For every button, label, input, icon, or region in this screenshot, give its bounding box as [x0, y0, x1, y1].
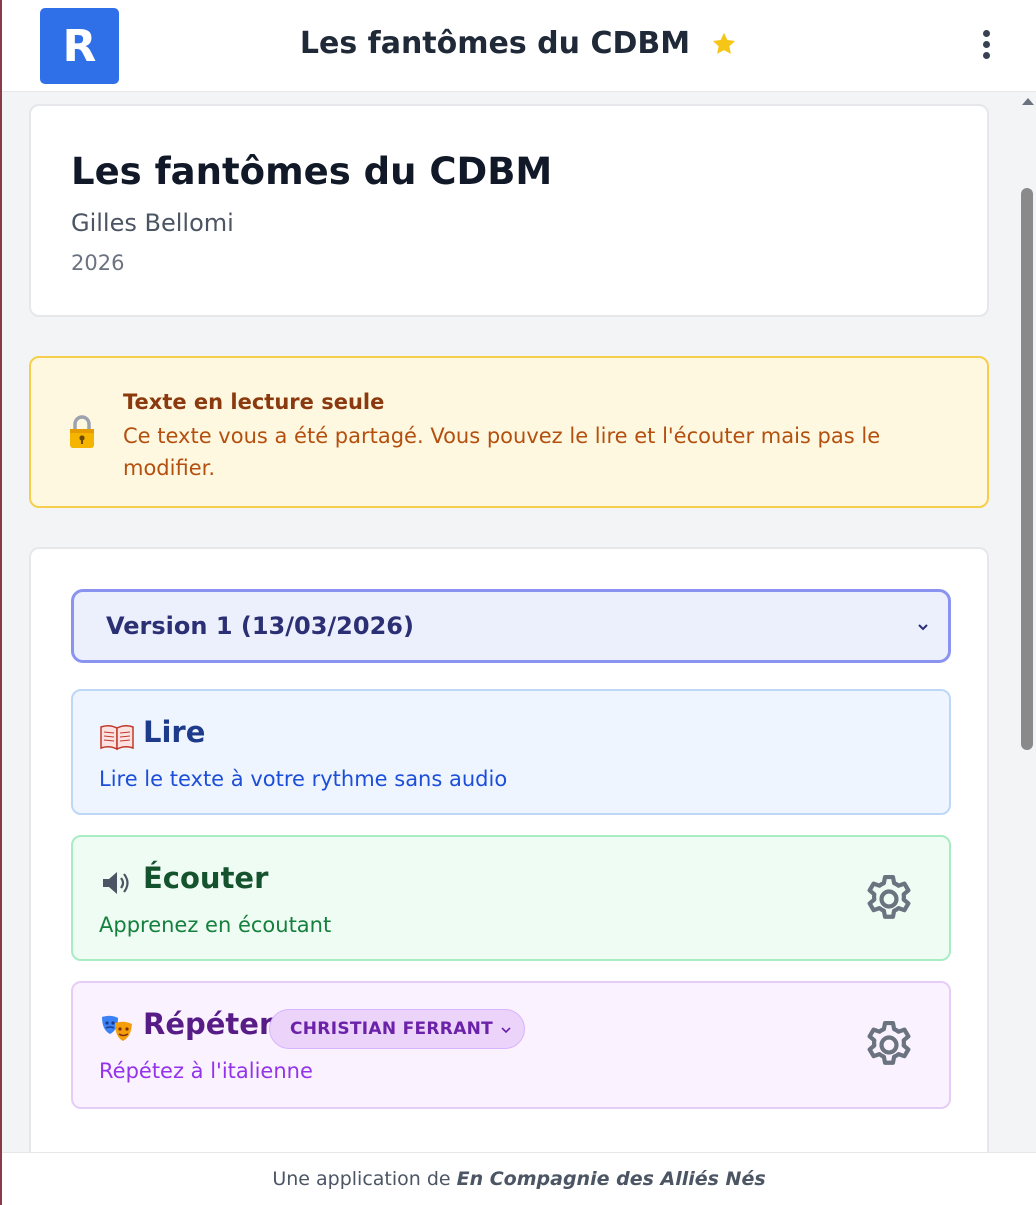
- star-icon[interactable]: [710, 30, 738, 58]
- read-only-notice: Texte en lecture seule Ce texte vous a é…: [29, 356, 989, 508]
- footer-brand[interactable]: En Compagnie des Alliés Nés: [457, 1168, 766, 1190]
- scroll-up-arrow-icon[interactable]: [1022, 98, 1034, 105]
- mode-read-title: Lire: [143, 715, 206, 749]
- version-selected-label: Version 1 (13/03/2026): [106, 612, 414, 640]
- role-selected-label: CHRISTIAN FERRANT: [290, 1019, 494, 1039]
- lock-icon: [70, 415, 94, 448]
- book-year: 2026: [71, 251, 125, 275]
- footer-prefix: Une application de: [272, 1168, 451, 1190]
- scrollbar-thumb[interactable]: [1021, 188, 1033, 750]
- mode-read-description: Lire le texte à votre rythme sans audio: [99, 767, 508, 791]
- theater-masks-icon: [102, 1015, 132, 1041]
- mode-read-button[interactable]: Lire Lire le texte à votre rythme sans a…: [71, 689, 951, 815]
- mode-repeat-button[interactable]: Répéter CHRISTIAN FERRANT Répétez à l'it…: [71, 981, 951, 1109]
- speaker-icon: [103, 872, 129, 894]
- role-select[interactable]: CHRISTIAN FERRANT: [269, 1009, 525, 1049]
- app-header: R Les fantômes du CDBM: [2, 0, 1036, 92]
- gear-icon[interactable]: [861, 871, 917, 927]
- mode-repeat-description: Répétez à l'italienne: [99, 1059, 313, 1083]
- header-title: Les fantômes du CDBM: [299, 26, 691, 61]
- mode-repeat-title: Répéter: [143, 1007, 274, 1041]
- app-footer: Une application de En Compagnie des Alli…: [2, 1152, 1036, 1205]
- book-author: Gilles Bellomi: [71, 209, 234, 237]
- chevron-down-icon: [918, 624, 928, 631]
- book-icon: [100, 724, 134, 751]
- main-content: Les fantômes du CDBM Gilles Bellomi 2026…: [2, 92, 1018, 1152]
- gear-icon[interactable]: [861, 1017, 917, 1073]
- version-select[interactable]: Version 1 (13/03/2026): [71, 589, 951, 663]
- more-vertical-icon[interactable]: [980, 30, 992, 64]
- header-title-group: Les fantômes du CDBM: [2, 26, 1036, 61]
- modes-card: Version 1 (13/03/2026) Lire Lire le text…: [29, 547, 989, 1152]
- notice-title: Texte en lecture seule: [123, 390, 385, 414]
- vertical-scrollbar[interactable]: [1018, 92, 1036, 1152]
- book-title: Les fantômes du CDBM: [71, 150, 553, 193]
- notice-text: Ce texte vous a été partagé. Vous pouvez…: [123, 424, 881, 480]
- mode-listen-description: Apprenez en écoutant: [99, 913, 332, 937]
- book-info-card: Les fantômes du CDBM Gilles Bellomi 2026: [29, 104, 989, 317]
- chevron-down-icon: [501, 1027, 511, 1034]
- mode-listen-button[interactable]: Écouter Apprenez en écoutant: [71, 835, 951, 961]
- mode-listen-title: Écouter: [143, 861, 269, 895]
